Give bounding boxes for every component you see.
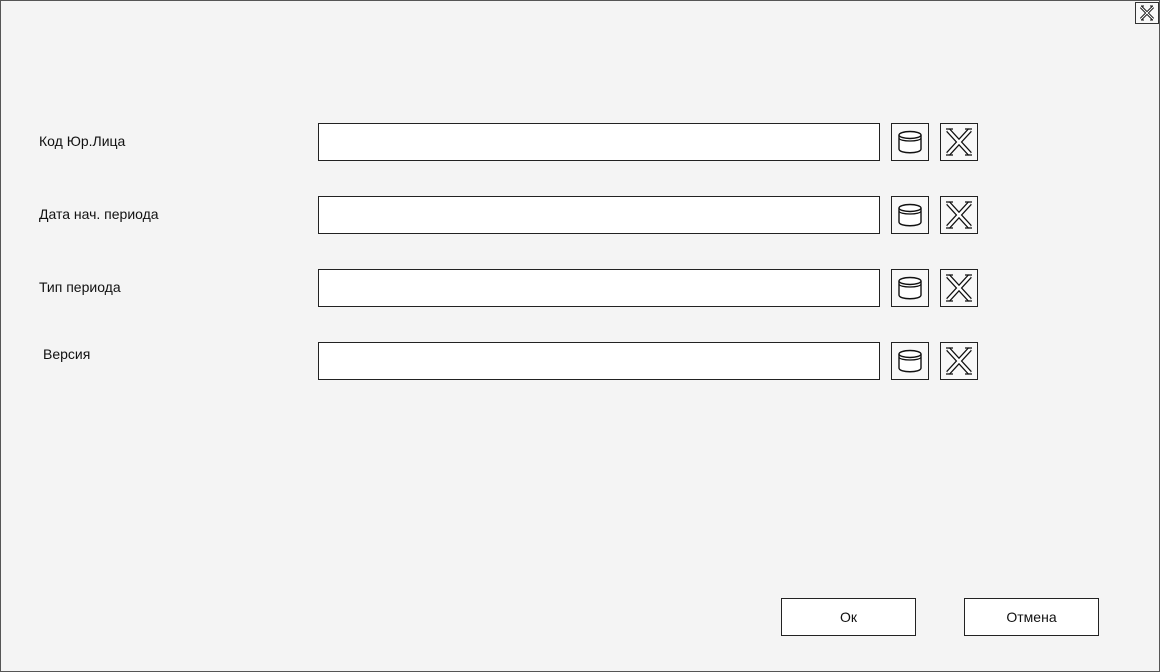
period-type-lookup-button[interactable] [891, 269, 929, 307]
version-label: Версия [43, 346, 91, 362]
period-start-date-lookup-button[interactable] [891, 196, 929, 234]
period-type-input[interactable] [318, 269, 880, 307]
database-icon [898, 130, 922, 154]
period-start-date-label: Дата нач. периода [39, 206, 159, 222]
clear-x-icon [946, 201, 972, 229]
period-type-label: Тип периода [39, 279, 121, 295]
database-icon [898, 203, 922, 227]
legal-entity-code-clear-button[interactable] [940, 123, 978, 161]
window-close-button[interactable] [1135, 2, 1159, 24]
dialog-window: Код Юр.Лица Дата нач. периода Тип период… [0, 0, 1160, 672]
period-type-clear-button[interactable] [940, 269, 978, 307]
legal-entity-code-input[interactable] [318, 123, 880, 161]
version-clear-button[interactable] [940, 342, 978, 380]
cancel-button[interactable]: Отмена [964, 598, 1099, 636]
period-start-date-input[interactable] [318, 196, 880, 234]
period-start-date-clear-button[interactable] [940, 196, 978, 234]
version-input[interactable] [318, 342, 880, 380]
legal-entity-code-lookup-button[interactable] [891, 123, 929, 161]
close-icon [1139, 5, 1155, 21]
ok-button[interactable]: Ок [781, 598, 916, 636]
legal-entity-code-label: Код Юр.Лица [39, 133, 126, 149]
clear-x-icon [946, 274, 972, 302]
database-icon [898, 276, 922, 300]
database-icon [898, 349, 922, 373]
clear-x-icon [946, 347, 972, 375]
version-lookup-button[interactable] [891, 342, 929, 380]
clear-x-icon [946, 128, 972, 156]
